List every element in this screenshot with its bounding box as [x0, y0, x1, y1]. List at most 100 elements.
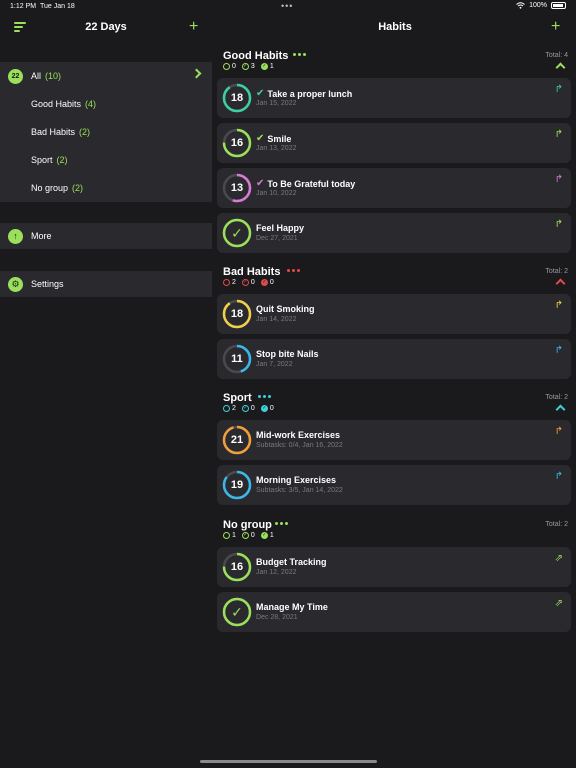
completed-check-icon: ✓ — [231, 603, 243, 620]
habit-subtitle: Jan 15, 2022 — [256, 100, 297, 107]
check-icon: ✔ — [256, 133, 265, 144]
sidebar-item-count: (2) — [72, 183, 84, 193]
habit-title-row: Budget Tracking — [256, 557, 327, 567]
sidebar-item-all[interactable]: 22 All (10) — [0, 62, 212, 90]
habit-title-row: ✔ Take a proper lunch — [256, 88, 352, 99]
sidebar-item-more[interactable]: ↑ More — [0, 223, 212, 249]
habit-card[interactable]: 19 Morning Exercises Subtasks: 3/5, Jan 14… — [217, 465, 571, 505]
stat-value: 0 — [250, 405, 255, 412]
checked-outline-icon: ✓ — [241, 63, 249, 70]
sidebar-item-settings[interactable]: ⚙ Settings — [0, 271, 212, 297]
habit-card[interactable]: 21 Mid-work Exercises Subtasks: 0/4, Jan 1… — [217, 420, 571, 460]
habit-title: Mid-work Exercises — [256, 430, 341, 440]
share-icon[interactable]: ↱ — [555, 175, 563, 185]
checked-outline-icon: ✓ — [241, 532, 249, 539]
share-icon[interactable]: ↱ — [555, 472, 563, 482]
habit-title: Quit Smoking — [256, 304, 315, 314]
habit-card[interactable]: 18 ✔ Take a proper lunch Jan 15, 2022 ↱ — [217, 78, 571, 118]
share-icon[interactable]: ↱ — [555, 130, 563, 140]
stat-value: 0 — [250, 532, 255, 539]
sidebar-item-sport[interactable]: Sport (2) — [0, 146, 212, 174]
group-stats: 1 ✓ 0 ✓ 1 — [223, 532, 274, 539]
sidebar-title: 22 Days — [85, 21, 127, 33]
share-icon[interactable]: ↱ — [555, 427, 563, 437]
chevron-up-icon[interactable] — [555, 278, 566, 289]
status-time: 1:12 PM — [10, 3, 37, 10]
habit-subtitle: Jan 7, 2022 — [256, 361, 293, 368]
add-group-icon[interactable]: + — [189, 19, 198, 35]
habit-card[interactable]: ✓ Manage My Time Dec 28, 2021 ⇗ — [217, 592, 571, 632]
streak-days: 16 — [230, 137, 244, 149]
share-icon[interactable]: ⇗ — [555, 599, 563, 609]
share-icon[interactable]: ↱ — [555, 220, 563, 230]
group-header-sport[interactable]: Sport Total: 2 2 ✓ 0 ✓ 0 — [214, 392, 576, 422]
multitask-dots-icon[interactable]: ••• — [281, 1, 293, 11]
add-habit-icon[interactable]: + — [551, 19, 560, 35]
share-icon[interactable]: ↱ — [555, 301, 563, 311]
group-total: Total: 4 — [545, 52, 568, 59]
stat-item: 1 — [223, 532, 236, 539]
sidebar-item-good-habits[interactable]: Good Habits (4) — [0, 90, 212, 118]
share-icon[interactable]: ⇗ — [555, 554, 563, 564]
stat-value: 1 — [269, 532, 274, 539]
battery-percent: 100% — [529, 2, 547, 9]
chevron-up-icon[interactable] — [555, 62, 566, 73]
streak-days: 18 — [230, 92, 244, 104]
group-header-no-group[interactable]: No group Total: 2 1 ✓ 0 ✓ 1 — [214, 519, 576, 549]
sidebar-item-count: (10) — [45, 71, 62, 81]
stat-value: 2 — [232, 279, 236, 286]
habit-title: Budget Tracking — [256, 557, 327, 567]
completed-check-icon: ✓ — [231, 224, 243, 241]
group-stats: 2 ✓ 0 ✓ 0 — [223, 279, 274, 286]
sidebar-item-label: Good Habits — [31, 99, 82, 109]
habit-card[interactable]: 16 Budget Tracking Jan 12, 2022 ⇗ — [217, 547, 571, 587]
sidebar-item-count: (4) — [85, 99, 97, 109]
habit-card[interactable]: 11 Stop bite Nails Jan 7, 2022 ↱ — [217, 339, 571, 379]
gear-icon: ⚙ — [8, 276, 23, 292]
sidebar-item-label: Bad Habits — [31, 127, 76, 137]
habits-panel: Habits + Good Habits Total: 4 0 ✓ 3 ✓ 1 18 ✔ Take… — [214, 14, 576, 768]
habit-subtitle: Jan 12, 2022 — [256, 569, 297, 576]
battery-icon — [551, 2, 566, 9]
stat-value: 0 — [269, 405, 274, 412]
sidebar-item-no-group[interactable]: No group (2) — [0, 174, 212, 202]
chevron-up-icon[interactable] — [555, 404, 566, 415]
habit-title-row: Quit Smoking — [256, 304, 315, 314]
habit-subtitle: Subtasks: 0/4, Jan 16, 2022 — [256, 442, 343, 449]
status-date: Tue Jan 18 — [40, 3, 75, 10]
checked-filled-icon: ✓ — [260, 279, 268, 286]
habit-card[interactable]: ✓ Feel Happy Dec 27, 2021 ↱ — [217, 213, 571, 253]
group-name: Good Habits — [223, 50, 289, 62]
sidebar-header: 22 Days + — [0, 14, 212, 42]
stat-item: ✓ 0 — [241, 532, 255, 539]
stat-item: 2 — [223, 279, 236, 286]
sidebar-item-bad-habits[interactable]: Bad Habits (2) — [0, 118, 212, 146]
sidebar-item-label: No group — [31, 183, 69, 193]
share-icon[interactable]: ↱ — [555, 346, 563, 356]
group-header-good-habits[interactable]: Good Habits Total: 4 0 ✓ 3 ✓ 1 — [214, 50, 576, 80]
group-dots-icon — [293, 53, 306, 56]
group-header-bad-habits[interactable]: Bad Habits Total: 2 2 ✓ 0 ✓ 0 — [214, 266, 576, 296]
streak-days: 16 — [230, 561, 244, 573]
share-icon[interactable]: ↱ — [555, 85, 563, 95]
sidebar-item-count: (2) — [79, 127, 91, 137]
habit-title: Take a proper lunch — [267, 88, 353, 99]
stat-item: ✓ 3 — [241, 63, 255, 70]
stat-item: ✓ 0 — [241, 279, 255, 286]
habit-card[interactable]: 18 Quit Smoking Jan 14, 2022 ↱ — [217, 294, 571, 334]
stat-value: 3 — [250, 63, 255, 70]
sidebar-item-count: (2) — [56, 155, 68, 165]
stat-value: 1 — [232, 532, 236, 539]
habit-card[interactable]: 13 ✔ To Be Grateful today Jan 10, 2022 ↱ — [217, 168, 571, 208]
checked-outline-icon: ✓ — [241, 279, 249, 286]
stat-item: ✓ 0 — [260, 279, 274, 286]
streak-days: 19 — [230, 479, 244, 491]
habit-subtitle: Jan 14, 2022 — [256, 316, 297, 323]
stat-value: 0 — [269, 279, 274, 286]
status-right: 100% — [516, 2, 566, 9]
sidebar-item-label: Sport — [31, 155, 53, 165]
habit-title-row: ✔ To Be Grateful today — [256, 178, 355, 189]
habit-card[interactable]: 16 ✔ Smile Jan 13, 2022 ↱ — [217, 123, 571, 163]
habit-title: Morning Exercises — [256, 475, 337, 485]
home-indicator — [200, 760, 377, 763]
